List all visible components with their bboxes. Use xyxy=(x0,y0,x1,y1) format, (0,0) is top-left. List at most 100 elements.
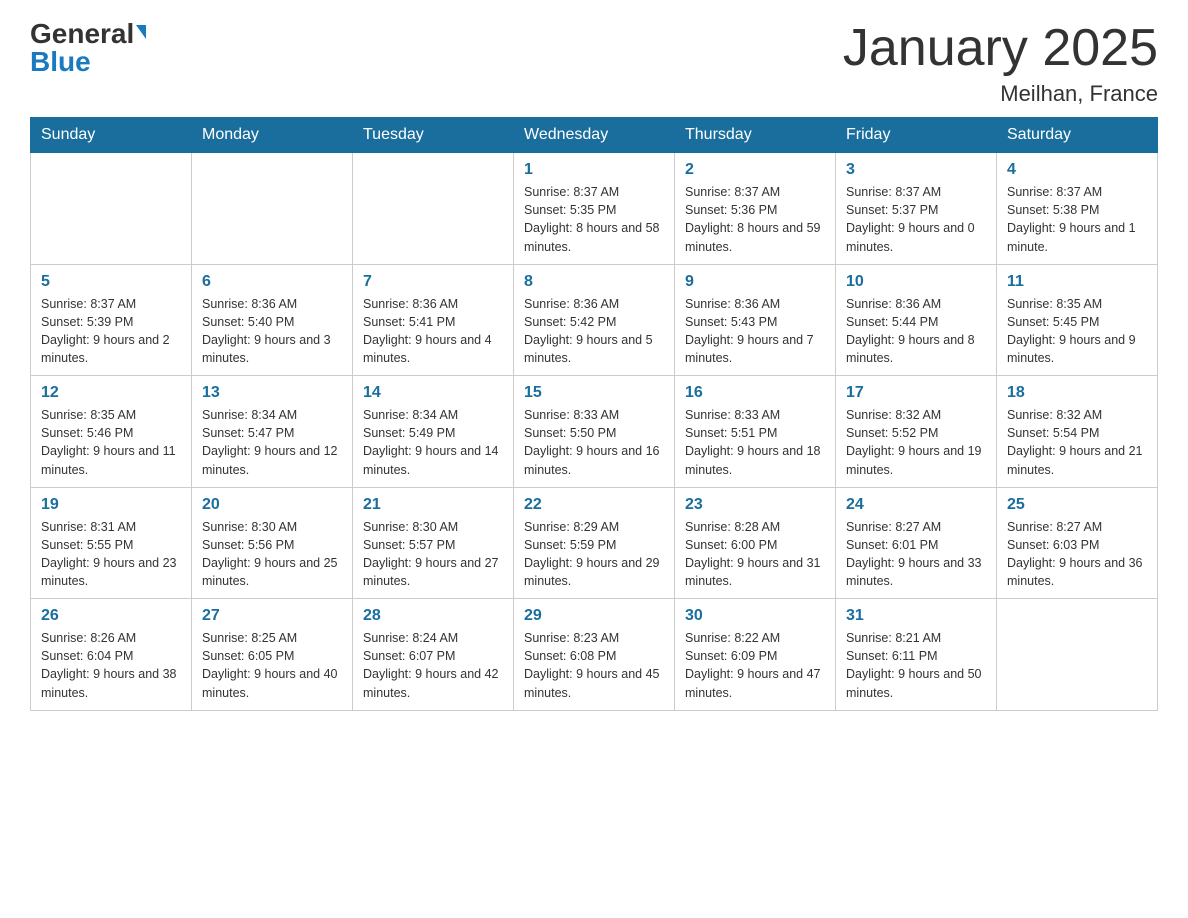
calendar-day-cell: 30 Sunrise: 8:22 AM Sunset: 6:09 PM Dayli… xyxy=(675,599,836,711)
day-info: Sunrise: 8:33 AM Sunset: 5:50 PM Dayligh… xyxy=(524,406,664,479)
day-info: Sunrise: 8:21 AM Sunset: 6:11 PM Dayligh… xyxy=(846,629,986,702)
day-info: Sunrise: 8:36 AM Sunset: 5:40 PM Dayligh… xyxy=(202,295,342,368)
day-info: Sunrise: 8:28 AM Sunset: 6:00 PM Dayligh… xyxy=(685,518,825,591)
day-number: 10 xyxy=(846,273,986,291)
day-info: Sunrise: 8:37 AM Sunset: 5:38 PM Dayligh… xyxy=(1007,183,1147,256)
day-of-week-header: Sunday xyxy=(31,118,192,153)
day-info: Sunrise: 8:26 AM Sunset: 6:04 PM Dayligh… xyxy=(41,629,181,702)
day-of-week-header: Wednesday xyxy=(514,118,675,153)
calendar-day-cell: 3 Sunrise: 8:37 AM Sunset: 5:37 PM Daylig… xyxy=(836,153,997,265)
day-number: 26 xyxy=(41,607,181,625)
day-number: 1 xyxy=(524,161,664,179)
day-info: Sunrise: 8:32 AM Sunset: 5:52 PM Dayligh… xyxy=(846,406,986,479)
day-of-week-header: Saturday xyxy=(997,118,1158,153)
calendar-day-cell: 4 Sunrise: 8:37 AM Sunset: 5:38 PM Daylig… xyxy=(997,153,1158,265)
calendar-header: SundayMondayTuesdayWednesdayThursdayFrid… xyxy=(31,118,1158,153)
day-number: 16 xyxy=(685,384,825,402)
day-number: 6 xyxy=(202,273,342,291)
calendar-day-cell: 9 Sunrise: 8:36 AM Sunset: 5:43 PM Daylig… xyxy=(675,264,836,376)
day-number: 18 xyxy=(1007,384,1147,402)
day-info: Sunrise: 8:33 AM Sunset: 5:51 PM Dayligh… xyxy=(685,406,825,479)
day-number: 2 xyxy=(685,161,825,179)
calendar-week-row: 12 Sunrise: 8:35 AM Sunset: 5:46 PM Dayli… xyxy=(31,376,1158,488)
logo-blue-text: Blue xyxy=(30,48,91,76)
day-info: Sunrise: 8:36 AM Sunset: 5:43 PM Dayligh… xyxy=(685,295,825,368)
calendar-day-cell: 19Sunrise: 8:31 AM Sunset: 5:55 PM Dayli… xyxy=(31,487,192,599)
day-number: 17 xyxy=(846,384,986,402)
calendar-day-cell: 11Sunrise: 8:35 AM Sunset: 5:45 PM Dayli… xyxy=(997,264,1158,376)
day-info: Sunrise: 8:30 AM Sunset: 5:56 PM Dayligh… xyxy=(202,518,342,591)
calendar-day-cell xyxy=(192,153,353,265)
calendar-day-cell: 12 Sunrise: 8:35 AM Sunset: 5:46 PM Dayli… xyxy=(31,376,192,488)
day-number: 4 xyxy=(1007,161,1147,179)
day-number: 19 xyxy=(41,496,181,514)
logo-general-text: General xyxy=(30,20,134,48)
day-info: Sunrise: 8:29 AM Sunset: 5:59 PM Dayligh… xyxy=(524,518,664,591)
day-info: Sunrise: 8:30 AM Sunset: 5:57 PM Dayligh… xyxy=(363,518,503,591)
calendar-day-cell: 25Sunrise: 8:27 AM Sunset: 6:03 PM Dayli… xyxy=(997,487,1158,599)
day-number: 25 xyxy=(1007,496,1147,514)
logo-arrow-icon xyxy=(136,25,146,39)
day-info: Sunrise: 8:37 AM Sunset: 5:36 PM Dayligh… xyxy=(685,183,825,256)
day-number: 15 xyxy=(524,384,664,402)
day-number: 14 xyxy=(363,384,503,402)
page-header: General Blue January 2025 Meilhan, Franc… xyxy=(30,20,1158,107)
day-info: Sunrise: 8:37 AM Sunset: 5:37 PM Dayligh… xyxy=(846,183,986,256)
calendar-day-cell: 22 Sunrise: 8:29 AM Sunset: 5:59 PM Dayli… xyxy=(514,487,675,599)
day-info: Sunrise: 8:23 AM Sunset: 6:08 PM Dayligh… xyxy=(524,629,664,702)
logo: General Blue xyxy=(30,20,146,76)
day-number: 22 xyxy=(524,496,664,514)
day-info: Sunrise: 8:36 AM Sunset: 5:41 PM Dayligh… xyxy=(363,295,503,368)
day-number: 29 xyxy=(524,607,664,625)
calendar-week-row: 5Sunrise: 8:37 AM Sunset: 5:39 PM Daylig… xyxy=(31,264,1158,376)
calendar-day-cell: 13Sunrise: 8:34 AM Sunset: 5:47 PM Dayli… xyxy=(192,376,353,488)
day-info: Sunrise: 8:35 AM Sunset: 5:46 PM Dayligh… xyxy=(41,406,181,479)
calendar-day-cell xyxy=(31,153,192,265)
calendar-day-cell: 14 Sunrise: 8:34 AM Sunset: 5:49 PM Dayli… xyxy=(353,376,514,488)
calendar-day-cell: 17 Sunrise: 8:32 AM Sunset: 5:52 PM Dayli… xyxy=(836,376,997,488)
day-of-week-header: Monday xyxy=(192,118,353,153)
day-info: Sunrise: 8:22 AM Sunset: 6:09 PM Dayligh… xyxy=(685,629,825,702)
day-info: Sunrise: 8:25 AM Sunset: 6:05 PM Dayligh… xyxy=(202,629,342,702)
calendar-day-cell: 28Sunrise: 8:24 AM Sunset: 6:07 PM Dayli… xyxy=(353,599,514,711)
title-block: January 2025 Meilhan, France xyxy=(843,20,1158,107)
calendar-day-cell: 6 Sunrise: 8:36 AM Sunset: 5:40 PM Daylig… xyxy=(192,264,353,376)
calendar-day-cell: 24 Sunrise: 8:27 AM Sunset: 6:01 PM Dayli… xyxy=(836,487,997,599)
calendar-day-cell xyxy=(353,153,514,265)
day-number: 30 xyxy=(685,607,825,625)
day-info: Sunrise: 8:27 AM Sunset: 6:01 PM Dayligh… xyxy=(846,518,986,591)
day-number: 7 xyxy=(363,273,503,291)
calendar-day-cell: 2 Sunrise: 8:37 AM Sunset: 5:36 PM Daylig… xyxy=(675,153,836,265)
day-number: 27 xyxy=(202,607,342,625)
day-info: Sunrise: 8:36 AM Sunset: 5:44 PM Dayligh… xyxy=(846,295,986,368)
day-number: 8 xyxy=(524,273,664,291)
calendar-day-cell xyxy=(997,599,1158,711)
day-info: Sunrise: 8:37 AM Sunset: 5:35 PM Dayligh… xyxy=(524,183,664,256)
day-number: 28 xyxy=(363,607,503,625)
day-number: 21 xyxy=(363,496,503,514)
calendar-day-cell: 18 Sunrise: 8:32 AM Sunset: 5:54 PM Dayli… xyxy=(997,376,1158,488)
calendar-body: 1 Sunrise: 8:37 AM Sunset: 5:35 PM Daylig… xyxy=(31,153,1158,711)
calendar-day-cell: 5Sunrise: 8:37 AM Sunset: 5:39 PM Daylig… xyxy=(31,264,192,376)
calendar-day-cell: 26 Sunrise: 8:26 AM Sunset: 6:04 PM Dayli… xyxy=(31,599,192,711)
calendar-day-cell: 20 Sunrise: 8:30 AM Sunset: 5:56 PM Dayli… xyxy=(192,487,353,599)
day-number: 20 xyxy=(202,496,342,514)
day-number: 9 xyxy=(685,273,825,291)
calendar-day-cell: 15 Sunrise: 8:33 AM Sunset: 5:50 PM Dayli… xyxy=(514,376,675,488)
calendar-day-cell: 8 Sunrise: 8:36 AM Sunset: 5:42 PM Daylig… xyxy=(514,264,675,376)
day-number: 5 xyxy=(41,273,181,291)
day-number: 11 xyxy=(1007,273,1147,291)
day-number: 24 xyxy=(846,496,986,514)
calendar-week-row: 1 Sunrise: 8:37 AM Sunset: 5:35 PM Daylig… xyxy=(31,153,1158,265)
calendar-day-cell: 21 Sunrise: 8:30 AM Sunset: 5:57 PM Dayli… xyxy=(353,487,514,599)
day-number: 13 xyxy=(202,384,342,402)
day-of-week-header: Friday xyxy=(836,118,997,153)
day-info: Sunrise: 8:36 AM Sunset: 5:42 PM Dayligh… xyxy=(524,295,664,368)
calendar-day-cell: 23Sunrise: 8:28 AM Sunset: 6:00 PM Dayli… xyxy=(675,487,836,599)
day-info: Sunrise: 8:34 AM Sunset: 5:49 PM Dayligh… xyxy=(363,406,503,479)
calendar-subtitle: Meilhan, France xyxy=(843,81,1158,107)
day-number: 12 xyxy=(41,384,181,402)
day-info: Sunrise: 8:32 AM Sunset: 5:54 PM Dayligh… xyxy=(1007,406,1147,479)
calendar-day-cell: 1 Sunrise: 8:37 AM Sunset: 5:35 PM Daylig… xyxy=(514,153,675,265)
day-number: 3 xyxy=(846,161,986,179)
